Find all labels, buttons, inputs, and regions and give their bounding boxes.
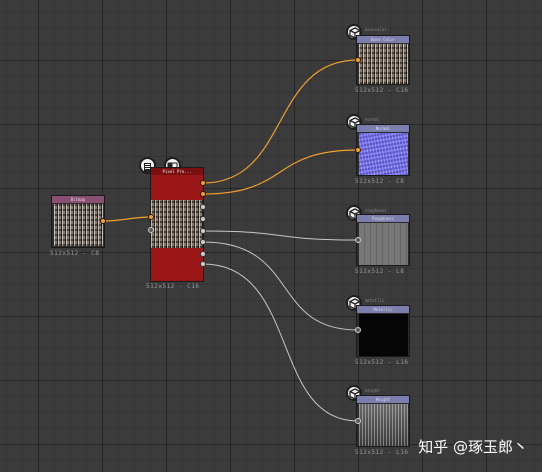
output-node-roughness[interactable]: Roughness [356, 214, 410, 266]
process-output-height[interactable] [200, 261, 206, 267]
output-metallic-input[interactable] [355, 327, 361, 333]
output-metallic-resolution: 512x512 - L16 [355, 359, 409, 366]
output-node-normal[interactable]: Normal [356, 124, 410, 176]
output-basecolor-thumbnail [359, 44, 408, 84]
bitmap-resolution: 512x512 - C8 [50, 250, 100, 257]
output-height-title: Height [357, 396, 409, 403]
bitmap-node-title: Bitmap [52, 196, 104, 203]
output-metallic-thumbnail [359, 314, 408, 356]
process-node-title: Pixel Pro... [151, 168, 203, 175]
process-node[interactable]: Pixel Pro... [150, 167, 204, 282]
output-normal-thumbnail [359, 133, 408, 175]
process-output-basecolor[interactable] [200, 180, 206, 186]
output-normal-title: Normal [357, 125, 409, 132]
process-output-metallic[interactable] [200, 239, 206, 245]
process-input-port[interactable] [148, 214, 154, 220]
output-roughness-thumbnail [359, 223, 408, 265]
output-metallic-title: Metallic [357, 306, 409, 313]
watermark: 知乎 @琢玉郎丶 [418, 438, 528, 456]
bitmap-output-port[interactable] [100, 218, 106, 224]
process-output-3[interactable] [200, 204, 206, 210]
output-roughness-title: Roughness [357, 215, 409, 222]
process-output-roughness[interactable] [200, 228, 206, 234]
output-roughness-resolution: 512x512 - L8 [355, 268, 405, 275]
output-height-input[interactable] [355, 418, 361, 424]
output-node-metallic[interactable]: Metallic [356, 305, 410, 357]
output-basecolor-input[interactable] [355, 57, 361, 63]
bitmap-node[interactable]: Bitmap [51, 195, 105, 248]
process-output-normal[interactable] [200, 191, 206, 197]
output-normal-input[interactable] [355, 147, 361, 153]
output-height-resolution: 512x512 - L16 [355, 449, 409, 456]
process-thumbnail [151, 200, 203, 248]
output-node-height[interactable]: Height [356, 395, 410, 447]
process-output-7[interactable] [200, 251, 206, 257]
output-height-thumbnail [359, 404, 408, 446]
output-basecolor-title: Base Color [357, 36, 409, 43]
output-metallic-label: metallic [365, 298, 385, 303]
output-height-label: height [365, 388, 380, 393]
output-basecolor-label: basecolor [365, 27, 387, 32]
output-normal-label: normal [365, 117, 380, 122]
output-normal-resolution: 512x512 - C8 [355, 178, 405, 185]
output-node-basecolor[interactable]: Base Color [356, 35, 410, 85]
output-roughness-input[interactable] [355, 237, 361, 243]
process-output-4[interactable] [200, 216, 206, 222]
bitmap-thumbnail [54, 204, 103, 246]
process-resolution: 512x512 - C16 [146, 283, 200, 290]
process-input-port-2[interactable] [148, 227, 154, 233]
output-roughness-label: roughness [365, 208, 387, 213]
output-basecolor-resolution: 512x512 - C16 [355, 87, 409, 94]
